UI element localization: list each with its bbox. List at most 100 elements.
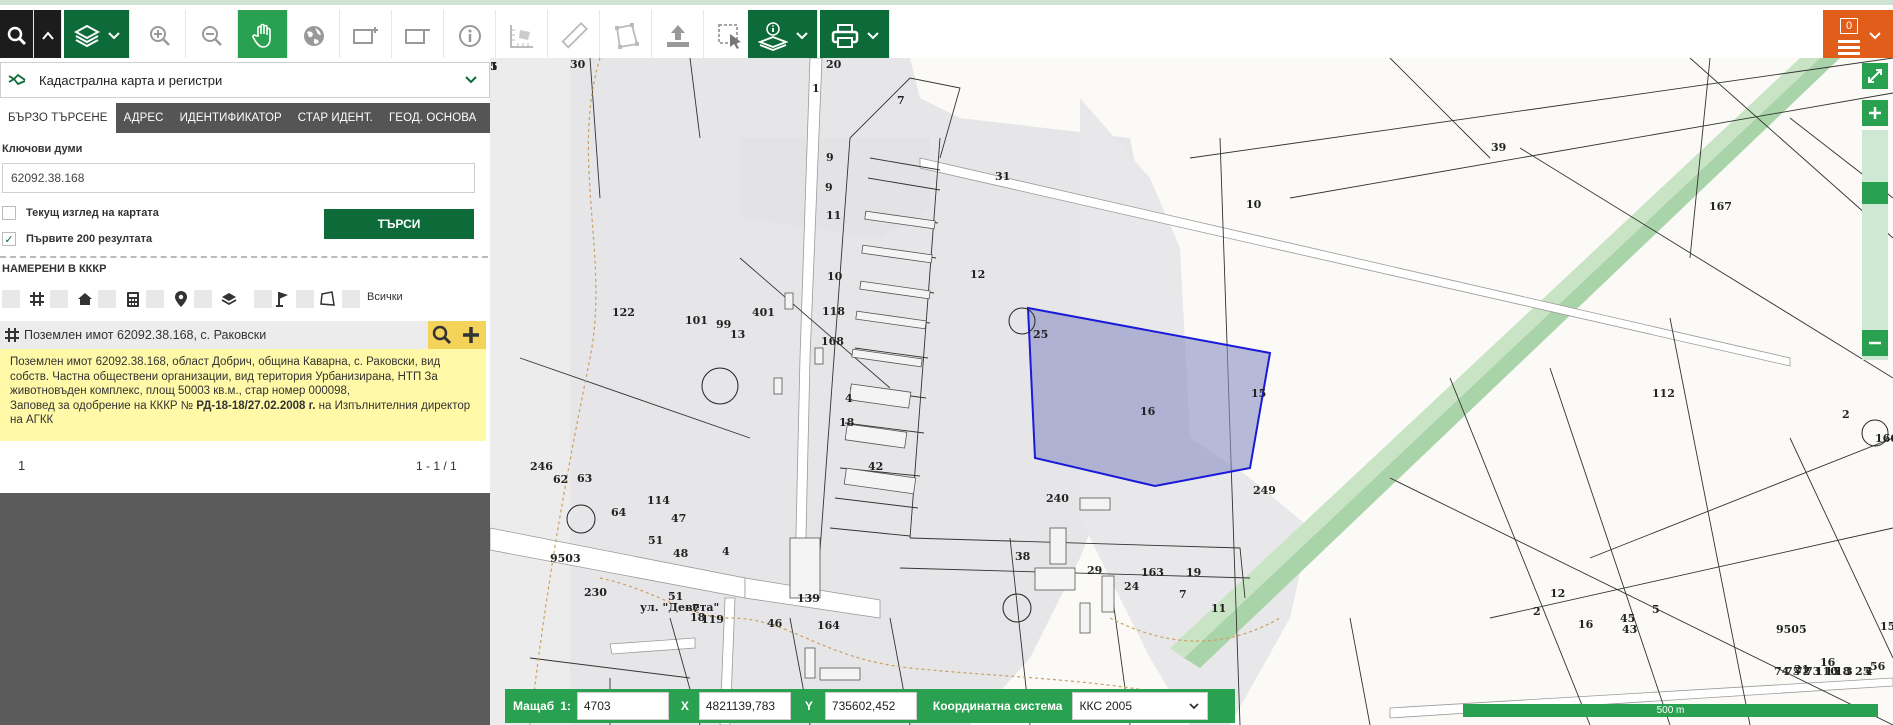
measure-distance-button[interactable] — [548, 10, 600, 61]
zoom-out-icon — [201, 25, 222, 46]
filter-all-label: Всички — [367, 291, 403, 303]
first200-checkbox[interactable]: ✓ — [2, 232, 16, 246]
chevron-down-icon — [866, 31, 879, 39]
parcel-label: 10 — [1246, 198, 1262, 211]
coord-system-select[interactable]: ККС 2005 — [1072, 692, 1209, 720]
cadastre-icon — [8, 73, 26, 86]
scale-bar: 500 m — [1463, 704, 1878, 717]
layer-select-label: Кадастрална карта и регистри — [39, 72, 223, 88]
selection-list-button[interactable]: 0 — [1823, 10, 1893, 61]
x-coordinate[interactable]: 4821139,783 — [698, 692, 791, 720]
pan-button[interactable] — [238, 10, 288, 61]
identify-layers-button[interactable] — [748, 10, 818, 61]
filter-checkbox-parcel[interactable] — [2, 290, 20, 308]
layers-button[interactable] — [64, 10, 130, 61]
result-item[interactable]: Поземлен имот 62092.38.168, с. Раковски — [0, 321, 486, 349]
parcel-label: 24 — [1124, 580, 1140, 593]
plus-icon — [1869, 107, 1881, 119]
filter-checkbox-unit[interactable] — [98, 290, 116, 308]
chevron-down-icon — [107, 31, 120, 39]
parcel-label: 51 — [648, 534, 663, 547]
keywords-label: Ключови думи — [2, 143, 83, 155]
parcel-label: 19 — [1186, 566, 1201, 579]
map-zoom-in-button[interactable] — [1862, 100, 1888, 126]
filter-checkbox-polygon[interactable] — [296, 290, 314, 308]
parcel-label: 12 — [1550, 587, 1565, 600]
map-marker-icon — [172, 290, 190, 308]
parcel-label: 25 — [1033, 328, 1048, 341]
filter-checkbox-address[interactable] — [146, 290, 164, 308]
parcel-label: 166 — [1875, 432, 1893, 445]
parcel-label: 12 — [970, 268, 985, 281]
layers-icon — [220, 290, 238, 308]
parcel-label: 101 — [685, 314, 708, 327]
zoom-in-button[interactable] — [134, 10, 186, 61]
print-button[interactable] — [820, 10, 890, 61]
current-view-option[interactable]: Текущ изглед на картата — [2, 204, 159, 222]
first200-option[interactable]: ✓ Първите 200 резултата — [2, 230, 152, 248]
tab-quick-search[interactable]: БЪРЗО ТЪРСЕНЕ — [0, 103, 116, 133]
zoom-in-icon — [149, 25, 170, 46]
keywords-input[interactable] — [2, 163, 475, 193]
upload-button[interactable] — [652, 10, 704, 61]
zoom-out-button[interactable] — [186, 10, 238, 61]
map-zoom-out-button[interactable] — [1862, 330, 1888, 356]
info-button[interactable] — [444, 10, 496, 61]
map-view[interactable]: 30 20 1 7 9 31 10 9 39 11 167 10 12 118 122 101 99 401 13 1… — [490, 58, 1893, 725]
search-icon — [432, 325, 452, 345]
tab-address[interactable]: АДРЕС — [116, 103, 172, 133]
result-item-title: Поземлен имот 62092.38.168, с. Раковски — [24, 328, 267, 342]
parcel-label: 401 — [752, 306, 775, 319]
chevron-up-icon — [41, 30, 54, 40]
zoom-to-result-button[interactable] — [428, 321, 456, 349]
pager-page[interactable]: 1 — [18, 458, 25, 473]
expand-icon — [1868, 69, 1882, 83]
filter-checkbox-all[interactable] — [342, 290, 360, 308]
flag-icon — [274, 290, 292, 308]
draw-polygon-button[interactable] — [600, 10, 652, 61]
parcel-label: 4 — [1865, 665, 1873, 678]
tab-geodetic-base[interactable]: ГЕОД. ОСНОВА — [381, 103, 484, 133]
search-button[interactable] — [0, 10, 34, 61]
current-view-label: Текущ изглед на картата — [26, 207, 159, 219]
layers-icon — [73, 24, 100, 47]
layer-select[interactable]: Кадастрална карта и регистри — [0, 62, 490, 98]
scale-prefix: 1: — [560, 699, 571, 713]
parcel-label: 114 — [647, 494, 670, 507]
pan-hand-icon — [251, 23, 271, 48]
fullscreen-button[interactable] — [1862, 63, 1888, 89]
collapse-toggle-button[interactable] — [34, 10, 62, 61]
tab-identifier[interactable]: ИДЕНТИФИКАТОР — [172, 103, 290, 133]
globe-button[interactable] — [288, 10, 340, 61]
polygon-icon — [318, 290, 336, 308]
y-label: Y — [804, 699, 813, 713]
cadastral-map[interactable]: 30 2017931109391116710 12118122101 99401131… — [490, 58, 1893, 725]
chevron-down-icon — [1869, 31, 1881, 39]
search-submit-button[interactable]: ТЪРСИ — [324, 209, 474, 239]
info-icon — [458, 24, 481, 47]
y-coordinate[interactable]: 735602,452 — [824, 692, 917, 720]
filter-checkbox-layer[interactable] — [194, 290, 212, 308]
grid-icon — [28, 290, 46, 308]
parcel-label: 11 — [826, 209, 841, 222]
scale-input[interactable]: 4703 — [576, 692, 669, 720]
zoom-slider[interactable] — [1862, 130, 1888, 360]
parcel-label: 47 — [671, 512, 686, 525]
coordinate-bar: Мащаб 1: 4703 X 4821139,783 Y 735602,452… — [505, 689, 1235, 723]
parcel-label: 31 — [995, 170, 1010, 183]
globe-icon — [303, 25, 324, 46]
current-view-checkbox[interactable] — [2, 206, 16, 220]
upload-icon — [666, 24, 689, 47]
zoom-slider-handle[interactable] — [1862, 182, 1888, 204]
filter-checkbox-geodetic[interactable] — [254, 290, 272, 308]
filter-checkbox-building[interactable] — [50, 290, 68, 308]
remove-extent-button[interactable] — [392, 10, 444, 61]
measure-area-button[interactable] — [496, 10, 548, 61]
add-extent-button[interactable] — [340, 10, 392, 61]
search-panel: Кадастрална карта и регистри БЪРЗО ТЪРСЕ… — [0, 58, 490, 725]
parcel-label: 163 — [1141, 566, 1164, 579]
add-result-button[interactable] — [456, 321, 486, 349]
coord-system-label: Координатна система — [932, 699, 1063, 713]
parcel-label: 9503 — [550, 552, 581, 565]
tab-old-identifier[interactable]: СТАР ИДЕНТ. — [290, 103, 381, 133]
